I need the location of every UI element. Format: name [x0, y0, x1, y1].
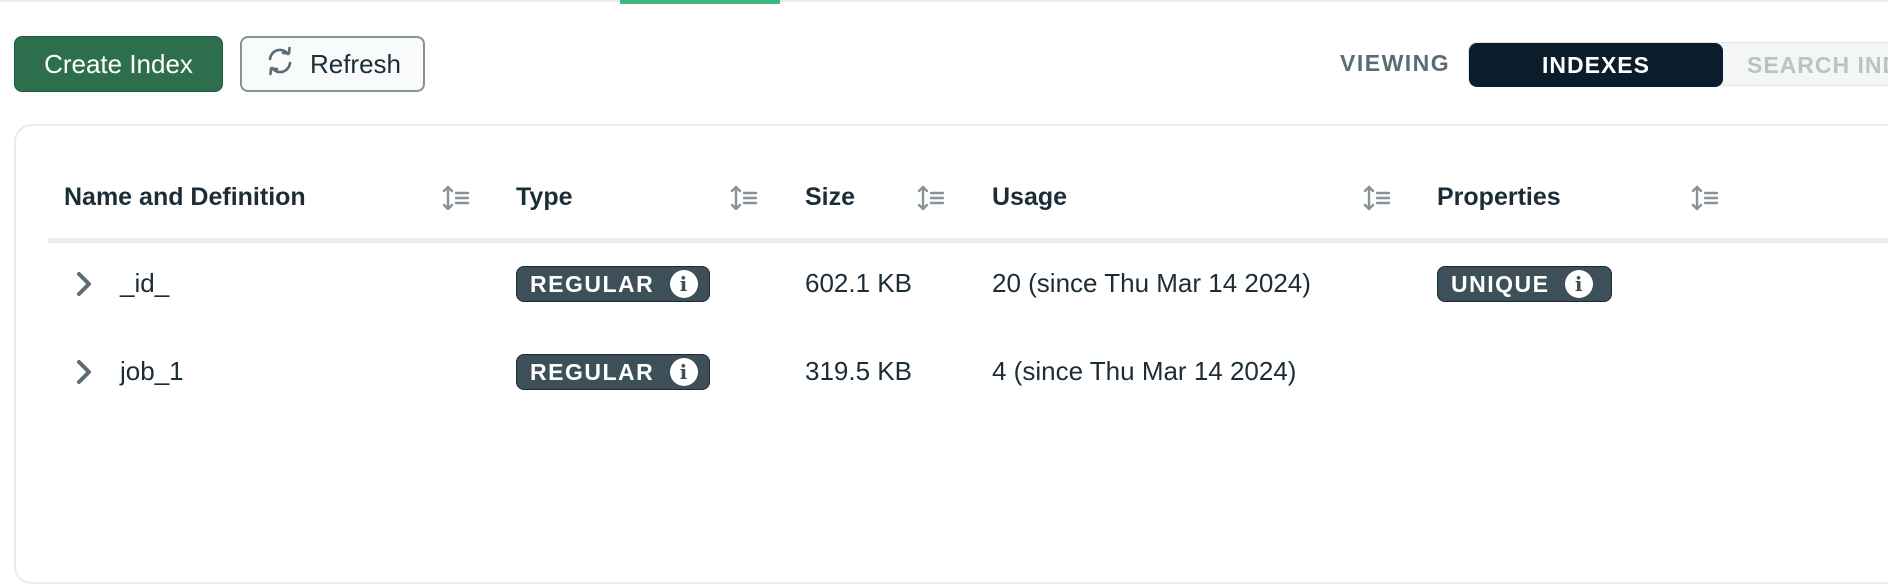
sort-icon[interactable] [442, 184, 470, 212]
table-row[interactable]: job_1 REGULAR i 319.5 KB 4 (since Thu Ma… [0, 332, 1888, 412]
type-badge-label: REGULAR [530, 358, 655, 385]
chevron-right-icon[interactable] [72, 357, 96, 387]
index-name: job_1 [120, 356, 184, 386]
type-badge-label: REGULAR [530, 270, 655, 297]
header-divider [48, 238, 1888, 243]
index-name: _id_ [120, 268, 170, 298]
info-icon[interactable]: i [670, 358, 699, 386]
info-icon[interactable]: i [1565, 270, 1594, 298]
property-badge: UNIQUE i [1437, 266, 1612, 302]
column-header-usage[interactable]: Usage [992, 183, 1067, 212]
type-badge: REGULAR i [516, 354, 710, 390]
index-usage: 4 (since Thu Mar 14 2024) [992, 356, 1297, 386]
sort-icon[interactable] [917, 184, 945, 212]
index-usage: 20 (since Thu Mar 14 2024) [992, 268, 1311, 298]
chevron-right-icon[interactable] [72, 269, 96, 299]
sort-icon[interactable] [1691, 184, 1719, 212]
column-header-size[interactable]: Size [805, 183, 855, 212]
sort-icon[interactable] [1363, 184, 1391, 212]
type-badge: REGULAR i [516, 266, 710, 302]
column-header-type[interactable]: Type [516, 183, 573, 212]
table-row[interactable]: _id_ REGULAR i 602.1 KB 20 (since Thu Ma… [0, 244, 1888, 324]
table-header: Name and Definition Type Size Usage Prop… [0, 0, 1888, 243]
column-header-name[interactable]: Name and Definition [64, 183, 306, 212]
index-size: 319.5 KB [805, 356, 912, 386]
info-icon[interactable]: i [670, 270, 699, 298]
property-badge-label: UNIQUE [1451, 270, 1550, 297]
column-header-properties[interactable]: Properties [1437, 183, 1561, 212]
index-size: 602.1 KB [805, 268, 912, 298]
sort-icon[interactable] [730, 184, 758, 212]
